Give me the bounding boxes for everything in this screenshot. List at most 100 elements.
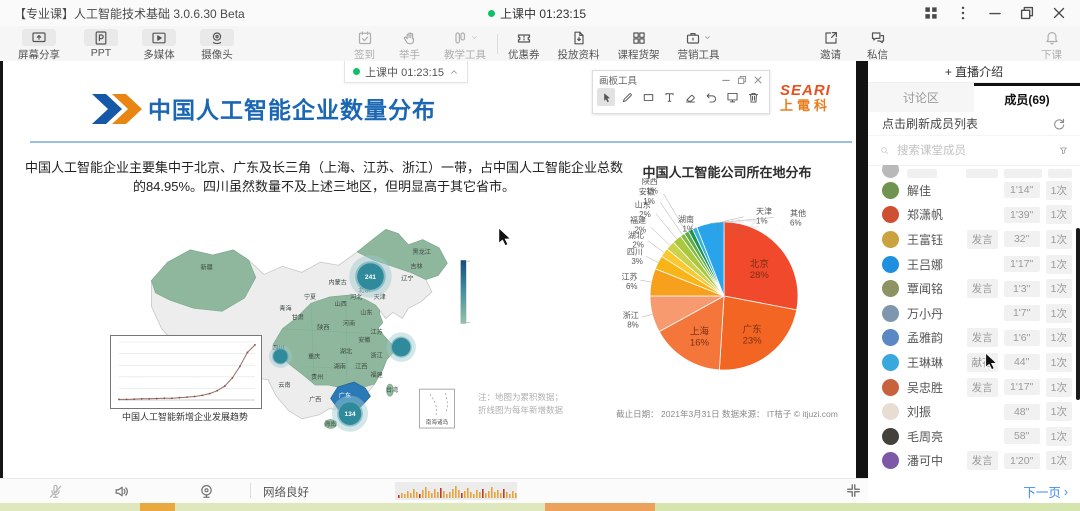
panel-minimize-button[interactable] [720, 74, 732, 86]
toolbar-coupon-button[interactable]: 优惠券 [506, 28, 542, 63]
class-timer-pill[interactable]: 上课中 01:23:15 [344, 61, 468, 83]
toolbar-media-button[interactable]: 多媒体 [140, 28, 178, 63]
member-row-潘可中[interactable]: 潘可中发言1'20"1次 [868, 449, 1080, 474]
member-row-吴忠胜[interactable]: 吴忠胜发言1'17"1次 [868, 375, 1080, 400]
pie-label-其他: 其他6% [790, 208, 806, 228]
toolbar-button-label: PPT [91, 47, 111, 59]
search-icon [880, 144, 889, 157]
map-label-宁夏: 宁夏 [304, 293, 316, 301]
member-row-毛周亮[interactable]: 毛周亮58"1次 [868, 424, 1080, 449]
board-tool-rectangle[interactable] [639, 88, 657, 106]
avatar [882, 403, 899, 420]
member-name: 孟雅韵 [907, 329, 943, 346]
toolbar-ppt-button[interactable]: PPT [82, 28, 120, 60]
minimize-button[interactable] [986, 4, 1004, 22]
board-tool-pen[interactable] [618, 88, 636, 106]
filter-icon[interactable] [1059, 144, 1068, 157]
right-sidebar: + 直播介绍 讨论区 成员(69) 点击刷新成员列表 解佳1'14"1次郑潇帆1… [868, 61, 1080, 503]
toolbar-marketing-button[interactable]: 营销工具 [676, 28, 722, 63]
status-dot-icon [488, 10, 495, 17]
ppt-icon [93, 30, 109, 46]
duration-badge: 1'14" [1004, 182, 1040, 198]
board-tool-undo[interactable] [702, 88, 720, 106]
panel-restore-button[interactable] [736, 74, 748, 86]
tab-members[interactable]: 成员(69) [974, 83, 1080, 112]
member-name: 刘振 [907, 403, 931, 420]
member-row-解佳[interactable]: 解佳1'14"1次 [868, 178, 1080, 203]
toolbar-invite-button[interactable]: 邀请 [818, 28, 843, 63]
layout-grid-button[interactable] [922, 4, 940, 22]
board-tool-eraser[interactable] [681, 88, 699, 106]
next-page-button[interactable]: 下一页› [1023, 482, 1068, 501]
member-row-郑潇帆[interactable]: 郑潇帆1'39"1次 [868, 203, 1080, 228]
member-name: 吴忠胜 [907, 379, 943, 396]
toolbar-hand-button[interactable]: 举手 [397, 28, 422, 63]
refresh-member-list[interactable]: 点击刷新成员列表 [868, 112, 1080, 136]
member-list-scrollbar[interactable] [1076, 228, 1080, 400]
board-tool-text[interactable] [660, 88, 678, 106]
search-members-input[interactable] [895, 144, 1053, 158]
live-intro-header[interactable]: + 直播介绍 [868, 61, 1080, 83]
toolbar-checkin-button[interactable]: 签到 [352, 28, 377, 63]
toolbar-camera-button[interactable]: 摄像头 [198, 28, 236, 63]
speech-badge: 献花 [967, 353, 998, 372]
toolbar-end-class-button[interactable]: 下课 [1039, 28, 1064, 63]
pie-label-江苏: 江苏6% [622, 272, 638, 292]
member-row-万小丹[interactable]: 万小丹1'7"1次 [868, 301, 1080, 326]
board-tool-select[interactable] [597, 88, 615, 106]
speech-badge: 发言 [967, 378, 998, 397]
toolbar-screen-share-button[interactable]: 屏幕分享 [16, 28, 62, 63]
duration-badge: 1'3" [1004, 281, 1040, 297]
map-label-山东: 山东 [360, 308, 372, 316]
speaker-button[interactable] [113, 483, 130, 500]
pen-icon [621, 91, 634, 104]
restore-button[interactable] [1018, 4, 1036, 22]
duration-badge: 1'7" [1004, 305, 1040, 321]
refresh-icon[interactable] [1052, 117, 1066, 131]
refresh-hint-label: 点击刷新成员列表 [882, 115, 978, 132]
board-tool-trash[interactable] [744, 88, 762, 106]
toolbar-shelf-button[interactable]: 课程货架 [616, 28, 662, 63]
more-menu-button[interactable] [954, 4, 972, 22]
member-row-王琳琳[interactable]: 王琳琳献花44"1次 [868, 350, 1080, 375]
map-label-黑龙江: 黑龙江 [412, 248, 430, 256]
board-tool-board[interactable] [723, 88, 741, 106]
logo-subtext: 上電科 [780, 99, 831, 112]
count-badge: 1次 [1046, 181, 1072, 200]
microphone-button[interactable] [47, 483, 64, 500]
webcam-button[interactable] [198, 483, 215, 500]
body-line-1: 中国人工智能企业主要集中于北京、广东及长三角（上海、江苏、浙江）一带，占中国人工… [10, 159, 638, 178]
marketing-icon [685, 30, 701, 46]
member-row-覃闻铭[interactable]: 覃闻铭发言1'3"1次 [868, 276, 1080, 301]
toolbar-tools-button[interactable]: 教学工具 [442, 28, 488, 63]
toolbar-button-label: 屏幕分享 [18, 47, 60, 62]
panel-close-button[interactable] [752, 74, 764, 86]
trend-line [119, 345, 255, 400]
member-row-王吕娜[interactable]: 王吕娜1'17"1次 [868, 252, 1080, 277]
map-label-台湾: 台湾 [386, 386, 398, 394]
toolbar-button-label: 私信 [867, 47, 888, 62]
toolbar-message-button[interactable]: 私信 [865, 28, 890, 63]
slide-title-underline [30, 141, 852, 143]
collapse-view-button[interactable] [845, 482, 862, 499]
close-button[interactable] [1050, 4, 1068, 22]
class-status-indicator: 上课中 01:23:15 [488, 5, 586, 22]
shelf-icon [631, 30, 647, 46]
tab-discussion[interactable]: 讨论区 [868, 83, 974, 112]
map-label-青海: 青海 [279, 304, 291, 312]
nanhai-inset: 南海诸岛 [420, 389, 455, 428]
checkin-icon [357, 30, 373, 46]
member-row-刘振[interactable]: 刘振48"1次 [868, 399, 1080, 424]
toolbar-material-button[interactable]: 投放资料 [556, 28, 602, 63]
chevron-down-icon [470, 33, 479, 42]
chevron-up-icon[interactable] [449, 67, 459, 77]
member-row-王富钰[interactable]: 王富钰发言32"1次 [868, 227, 1080, 252]
member-row-孟雅韵[interactable]: 孟雅韵发言1'6"1次 [868, 326, 1080, 351]
duration-badge: 1'20" [1004, 453, 1040, 469]
avatar [882, 354, 899, 371]
member-row[interactable] [868, 165, 1080, 178]
toolbar-button-label: 下课 [1041, 47, 1062, 62]
avatar [882, 182, 899, 199]
whiteboard-tools-panel: 画板工具 [592, 70, 770, 114]
duration-badge: 48" [1004, 404, 1040, 420]
